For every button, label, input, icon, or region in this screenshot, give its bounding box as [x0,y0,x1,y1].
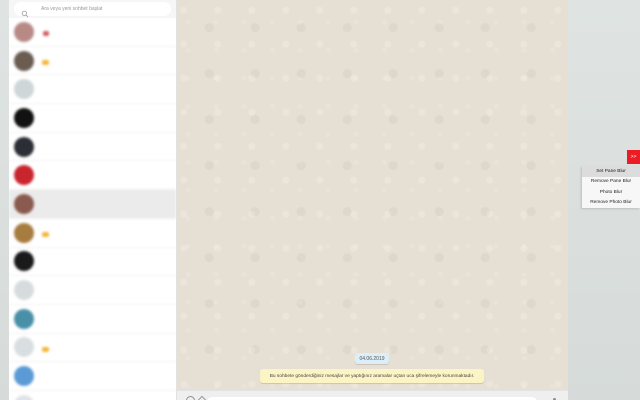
blur-menu-item[interactable]: Remove Pane Blur [582,176,640,187]
blur-menu-item[interactable]: Set Pane Blur [582,166,640,177]
chat-preview [40,231,172,237]
blur-menu: Set Pane Blur Remove Pane Blur Photo Blur R… [582,166,640,208]
emoji-icon [42,346,49,352]
date-badge: 04.06.2019 [355,353,389,364]
extension-toggle-button[interactable]: >> [627,150,640,164]
chat-text [40,56,172,65]
chat-list-item[interactable] [9,391,176,400]
chat-list-item[interactable] [9,47,176,76]
emoji-icon[interactable] [186,396,195,400]
blur-menu-item[interactable]: Remove Photo Blur [582,197,640,208]
chat-text [40,174,172,177]
avatar[interactable] [14,280,34,301]
chat-list-item[interactable] [9,305,176,334]
avatar[interactable] [14,107,34,128]
chat-list-item[interactable] [9,334,176,363]
blur-menu-item[interactable]: Photo Blur [582,187,640,198]
chat-text [40,229,172,237]
chat-text [40,28,172,36]
chat-list-item[interactable] [9,75,176,105]
chat-preview [40,346,172,352]
avatar[interactable] [14,337,34,358]
chat-text [40,317,172,320]
avatar[interactable] [14,366,34,387]
avatar[interactable] [14,165,34,186]
conversation-pane: 04.06.2019 Bu sohbete gönderdiğiniz mesa… [177,0,568,400]
attach-icon[interactable] [197,395,207,400]
avatar[interactable] [14,222,34,243]
avatar[interactable] [14,394,34,400]
emoji-icon [42,231,49,237]
emoji-icon [42,59,49,65]
whatsapp-web-app: 04.06.2019 Bu sohbete gönderdiğiniz mesa… [9,0,568,400]
message-composer [177,390,568,400]
chat-list-item[interactable] [9,18,176,47]
chat-text [40,202,172,205]
heart-emoji-icon [43,31,49,36]
search-icon[interactable] [21,5,29,18]
avatar[interactable] [14,308,34,329]
chat-preview [40,59,172,65]
sidebar [9,0,177,400]
chat-text [40,289,172,292]
chat-text [40,343,172,352]
chat-list-item[interactable] [9,133,176,162]
chat-list-item[interactable] [9,219,176,248]
chat-text [40,145,172,148]
chat-list-item[interactable] [9,104,176,133]
avatar[interactable] [14,136,34,157]
search-box[interactable] [14,2,171,18]
chat-list [9,18,176,400]
encryption-notice[interactable]: Bu sohbete gönderdiğiniz mesajlar ve yap… [260,369,484,383]
avatar[interactable] [14,193,34,214]
avatar[interactable] [14,50,34,71]
chat-list-item[interactable] [9,248,176,277]
chat-list-item[interactable] [9,276,176,305]
chat-text [40,260,172,263]
avatar[interactable] [14,251,34,272]
chat-preview [40,31,172,36]
chat-list-item[interactable] [9,161,176,191]
chat-text [40,375,172,378]
avatar[interactable] [14,79,34,100]
chat-text [40,88,172,91]
search-bar [9,0,176,18]
search-input[interactable] [41,6,161,12]
chat-list-item[interactable] [9,362,176,391]
avatar[interactable] [14,21,34,42]
chat-list-item[interactable] [9,190,176,219]
chat-text [40,116,172,119]
